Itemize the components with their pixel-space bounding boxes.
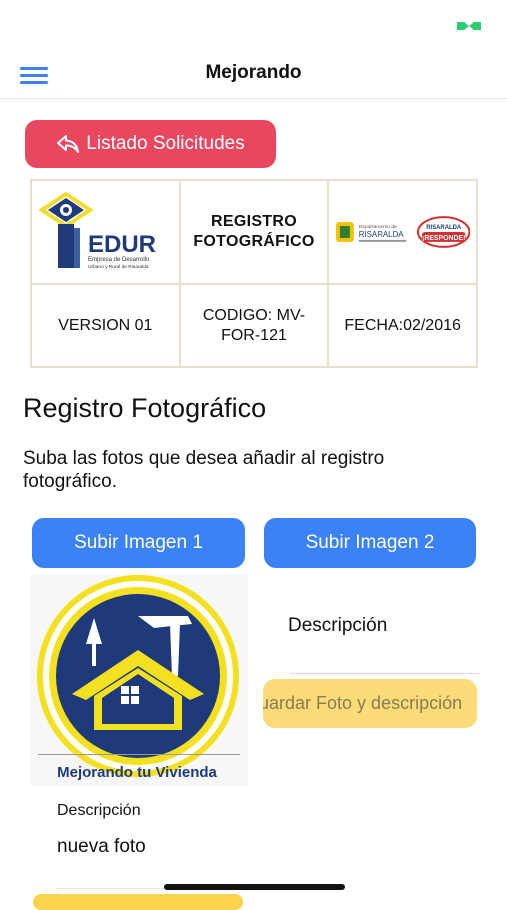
codigo-cell: CODIGO: MV-FOR-121 xyxy=(178,283,330,368)
edur-logo-cell: EDUR Empresa de Desarrollo Urbano y Rura… xyxy=(30,179,181,285)
subir-imagen-1-button[interactable]: Subir Imagen 1 xyxy=(32,518,245,568)
descripcion-2-label: Descripción xyxy=(288,615,388,636)
gov-logos-cell: Departamento de RISARALDA RISARALDA ¡RES… xyxy=(327,179,478,285)
uploaded-photo-1: Mejorando tu Vivienda xyxy=(30,574,248,786)
subir-imagen-2-button[interactable]: Subir Imagen 2 xyxy=(264,518,476,568)
version-cell: VERSION 01 xyxy=(30,283,181,368)
risaralda-responde-logo: RISARALDA ¡RESPONDE! xyxy=(416,216,470,248)
section-description: Suba las fotos que desea añadir al regis… xyxy=(23,448,385,492)
document-title: REGISTRO FOTOGRÁFICO xyxy=(178,179,330,285)
page-title: Mejorando xyxy=(205,62,302,83)
section-title: Registro Fotográfico xyxy=(23,393,267,423)
descripcion-1-input[interactable] xyxy=(57,836,257,858)
svg-text:Empresa de Desarrollo: Empresa de Desarrollo xyxy=(88,257,150,263)
home-indicator xyxy=(164,884,345,890)
listado-solicitudes-button[interactable]: Listado Solicitudes xyxy=(25,120,276,168)
fecha-cell: FECHA:02/2016 xyxy=(327,283,478,368)
descripcion-1-label: Descripción xyxy=(57,802,141,819)
svg-text:Urbano y Rural de Risaralda: Urbano y Rural de Risaralda xyxy=(88,264,149,270)
back-button-label: Listado Solicitudes xyxy=(86,133,245,154)
guardar-foto-label: Guardar Foto y descripción xyxy=(263,693,463,713)
document-header-table: EDUR Empresa de Desarrollo Urbano y Rura… xyxy=(30,179,478,368)
mejorando-tu-vivienda-logo: Mejorando tu Vivienda xyxy=(37,575,240,781)
svg-text:¡RESPONDE!: ¡RESPONDE! xyxy=(422,235,465,242)
edur-logo: EDUR Empresa de Desarrollo Urbano y Rura… xyxy=(38,191,156,270)
app-header: Mejorando xyxy=(0,50,507,99)
guardar-foto-button[interactable]: Guardar Foto y descripción xyxy=(263,679,477,728)
svg-text:RISARALDA: RISARALDA xyxy=(359,230,405,239)
battery-icon xyxy=(457,22,481,30)
reply-arrow-icon xyxy=(57,135,80,153)
svg-text:Mejorando tu Vivienda: Mejorando tu Vivienda xyxy=(57,764,217,781)
guardar-foto-1-button[interactable] xyxy=(33,894,243,910)
descripcion-2-field[interactable] xyxy=(290,673,480,674)
svg-text:RISARALDA: RISARALDA xyxy=(426,225,462,231)
gobernacion-risaralda-logo: Departamento de RISARALDA xyxy=(336,222,407,242)
svg-text:EDUR: EDUR xyxy=(88,231,156,258)
